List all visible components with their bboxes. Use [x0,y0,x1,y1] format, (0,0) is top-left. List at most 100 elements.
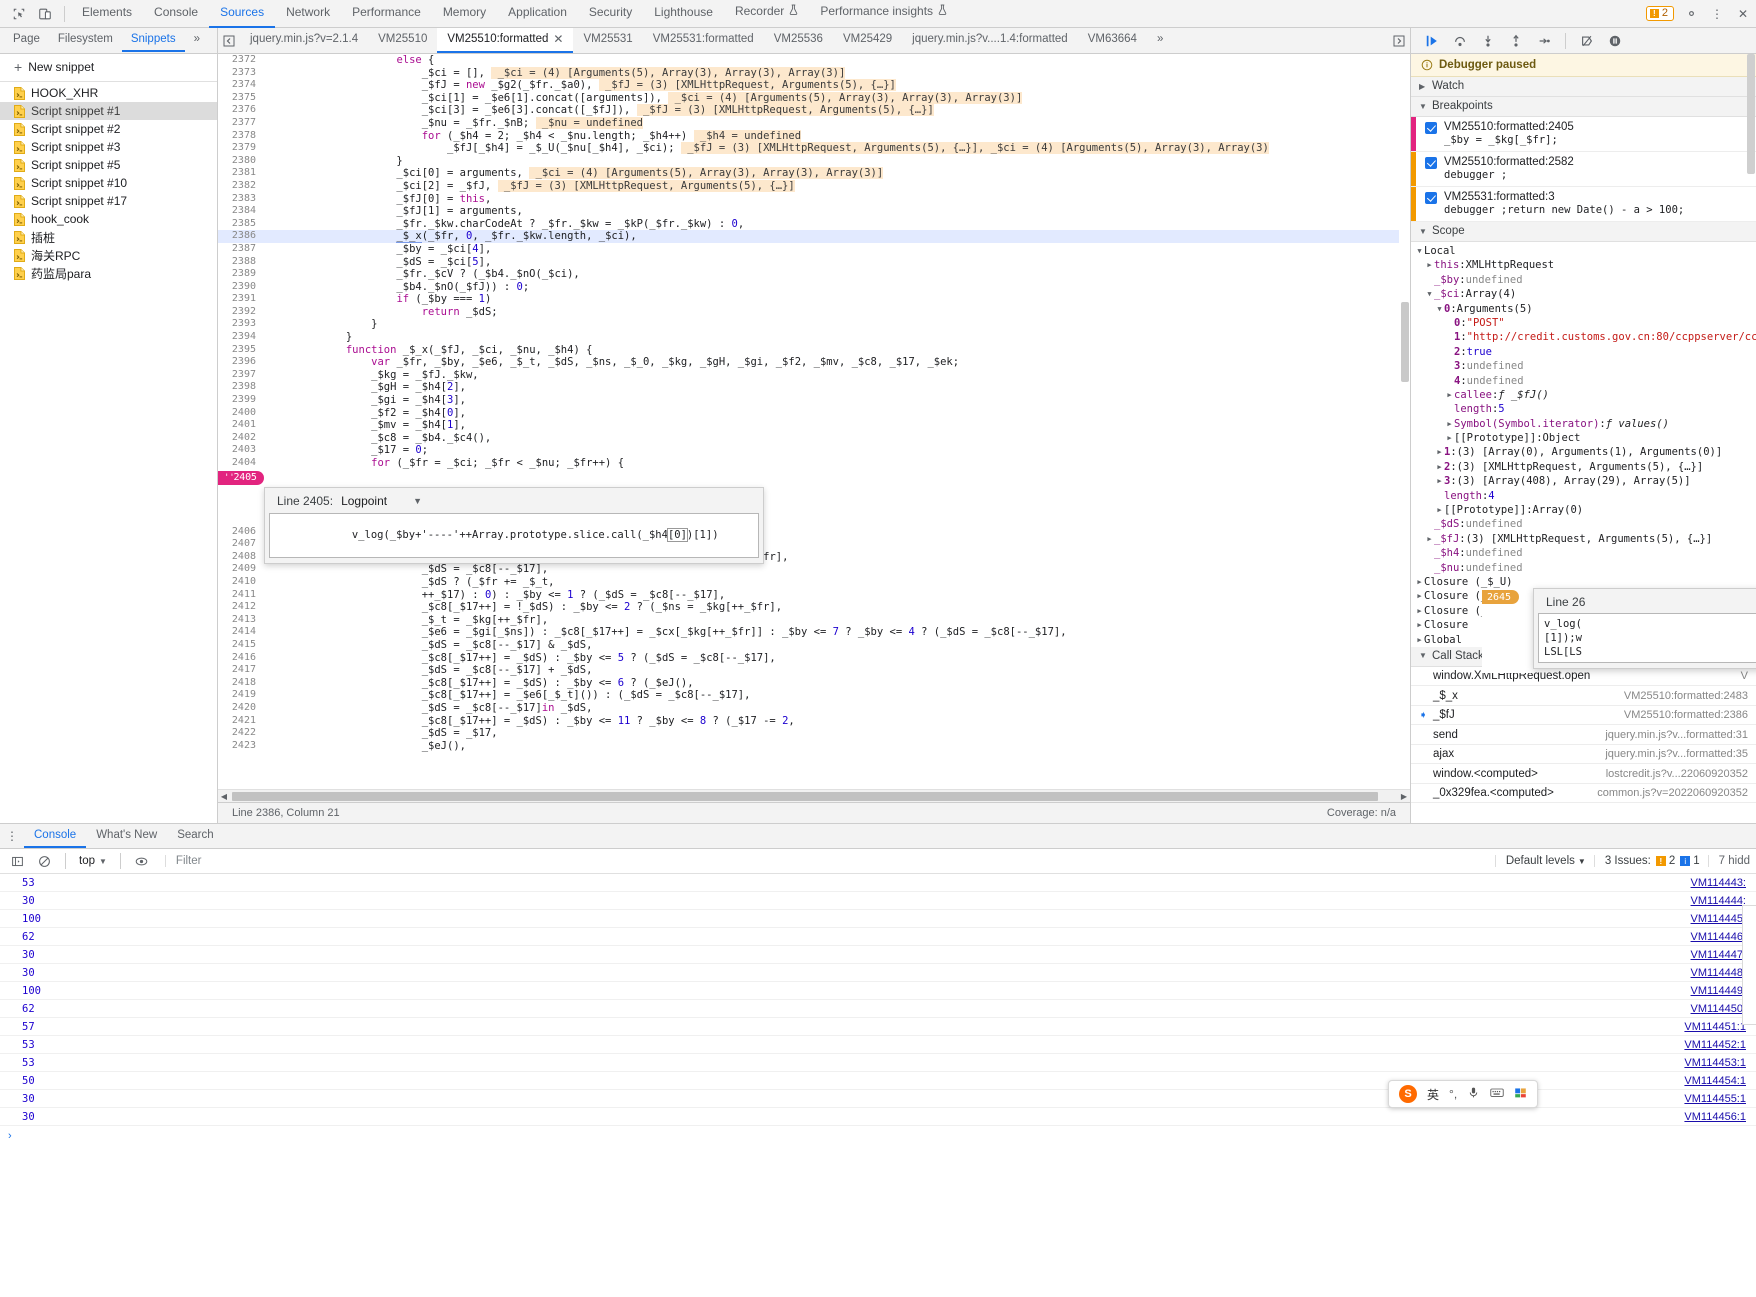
snippet-item[interactable]: 插桩 [0,228,217,246]
close-icon[interactable]: ✕ [1730,2,1756,26]
gear-icon[interactable] [1678,2,1704,26]
line-number[interactable]: 2391 [218,293,264,306]
tab-memory[interactable]: Memory [432,0,497,28]
step-out-of-current-function-icon[interactable] [1503,30,1529,52]
ime-punctuation-toggle[interactable]: °, [1449,1087,1457,1101]
scroll-tabs-right-icon[interactable] [1388,29,1410,53]
breakpoints-section-header[interactable]: ▼ Breakpoints [1411,97,1756,117]
chevron-right-icon[interactable] [1415,589,1424,603]
navigator-tab-filesystem[interactable]: Filesystem [49,29,122,52]
source-tab[interactable]: jquery.min.js?v=2.1.4 [240,28,368,53]
source-tabs-overflow[interactable]: » [1147,28,1173,53]
tab-sources[interactable]: Sources [209,0,276,28]
console-prompt[interactable]: › [0,1126,1756,1146]
tab-recorder[interactable]: Recorder [724,0,809,28]
line-number[interactable]: 2415 [218,638,264,652]
breakpoint-checkbox[interactable] [1425,157,1437,169]
breakpoint-checkbox[interactable] [1425,192,1437,204]
scope-row[interactable]: _$dS: undefined [1411,517,1756,531]
navigator-tab-snippets[interactable]: Snippets [121,29,185,52]
navigator-overflow-button[interactable]: » [185,29,209,52]
line-number[interactable]: 2423 [218,739,264,753]
line-number[interactable]: 2413 [218,613,264,627]
code-vertical-scrollbar[interactable] [1399,54,1410,789]
line-number[interactable]: 2421 [218,714,264,728]
line-number[interactable]: 2380 [218,154,264,168]
deactivate-breakpoints-icon[interactable] [1574,30,1600,52]
scope-row[interactable]: [[Prototype]]: Array(0) [1411,503,1756,517]
line-number[interactable]: 2414 [218,626,264,639]
toolbox-icon[interactable] [1514,1086,1527,1102]
line-number[interactable]: 2388 [218,255,264,269]
logpoint-type-select[interactable]: Logpoint ▼ [341,494,422,508]
source-tab[interactable]: VM25429 [833,28,902,53]
chevron-down-icon[interactable] [1425,287,1434,301]
scope-row[interactable]: _$fJ: (3) [XMLHttpRequest, Arguments(5),… [1411,532,1756,546]
scope-row[interactable]: 1: (3) [Array(0), Arguments(1), Argument… [1411,445,1756,459]
callstack-row[interactable]: window.<computed> lostcredit.js?v...22060… [1411,764,1756,784]
scope-row[interactable]: Symbol(Symbol.iterator): ƒ values() [1411,417,1756,431]
chevron-right-icon[interactable] [1445,431,1454,445]
code-vertical-scroll-thumb[interactable] [1401,302,1409,382]
line-number[interactable]: 2404 [218,457,264,470]
chevron-right-icon[interactable] [1425,532,1434,546]
chevron-right-icon[interactable] [1425,258,1434,272]
line-number[interactable]: 2397 [218,368,264,382]
line-number[interactable]: 2401 [218,419,264,432]
line-number[interactable]: 2377 [218,116,264,130]
snippet-item[interactable]: Script snippet #1 [0,102,217,120]
debugger-scroll-thumb[interactable] [1747,54,1755,174]
console-vertical-scrollbar[interactable] [1746,824,1756,1297]
line-number[interactable]: 2394 [218,331,264,344]
source-tab[interactable]: VM25510:formatted ✕ [437,28,574,53]
line-number[interactable]: 2398 [218,381,264,395]
line-number[interactable]: 2392 [218,305,264,319]
step-icon[interactable] [1531,30,1557,52]
callstack-row[interactable]: window.XMLHttpRequest.open V [1411,667,1756,687]
clear-console-icon[interactable] [32,851,56,872]
console-issues-indicator[interactable]: 3 Issues: ! 2 i 1 [1593,855,1700,867]
console-filter-input[interactable]: Filter [164,855,1492,867]
snippet-item[interactable]: Script snippet #3 [0,138,217,156]
snippet-item[interactable]: HOOK_XHR [0,84,217,102]
code-editor[interactable]: 2372 else {2373 _$ci = [], _$ci = (4) [A… [218,54,1410,789]
line-number[interactable]: 2419 [218,689,264,702]
scope-row[interactable]: _$ci: Array(4) [1411,287,1756,301]
chevron-right-icon[interactable] [1415,618,1424,632]
scope-row[interactable]: 2: true [1411,345,1756,359]
kebab-menu-icon[interactable]: ⋮ [1704,2,1730,26]
keyboard-icon[interactable] [1490,1086,1504,1102]
line-number[interactable]: 2407 [218,538,264,551]
line-number[interactable]: 2406 [218,525,264,539]
scroll-tabs-left-icon[interactable] [218,29,240,53]
snippet-item[interactable]: 药监局para [0,264,217,282]
breakpoint-checkbox[interactable] [1425,122,1437,134]
line-number[interactable]: 2403 [218,444,264,457]
line-number[interactable]: 2378 [218,129,264,143]
line-number[interactable]: 2412 [218,601,264,614]
floating-logpoint-popup[interactable]: Line 26 v_log( [1]);w LSL[LS [1533,588,1756,669]
debugger-vertical-scrollbar[interactable] [1746,54,1756,823]
line-number[interactable]: 2393 [218,318,264,332]
resume-script-execution-icon[interactable] [1419,30,1445,52]
line-number[interactable]: 2395 [218,343,264,357]
chevron-down-icon[interactable] [1435,302,1444,316]
issues-warning-badge[interactable]: ! 2 [1645,6,1674,21]
scope-section-header[interactable]: ▼ Scope [1411,222,1756,242]
chevron-right-icon[interactable] [1415,575,1424,589]
line-number[interactable]: 2411 [218,588,264,602]
scope-row[interactable]: 3: (3) [Array(408), Array(29), Array(5)] [1411,474,1756,488]
scope-row[interactable]: 2: (3) [XMLHttpRequest, Arguments(5), {…… [1411,460,1756,474]
microphone-icon[interactable] [1467,1086,1480,1102]
chevron-right-icon[interactable] [1445,417,1454,431]
line-number[interactable]: 2382 [218,179,264,193]
chevron-right-icon[interactable] [1435,503,1444,517]
chevron-right-icon[interactable] [1435,445,1444,459]
watch-section-header[interactable]: ▶ Watch [1411,77,1756,97]
snippet-item[interactable]: hook_cook [0,210,217,228]
source-tab[interactable]: VM63664 [1078,28,1147,53]
tab-lighthouse[interactable]: Lighthouse [643,0,724,28]
code-horizontal-scrollbar[interactable]: ◀ ▶ [218,789,1410,802]
breakpoint-item[interactable]: VM25510:formatted:2582 debugger ; [1411,152,1756,187]
line-number[interactable]: 2396 [218,356,264,369]
